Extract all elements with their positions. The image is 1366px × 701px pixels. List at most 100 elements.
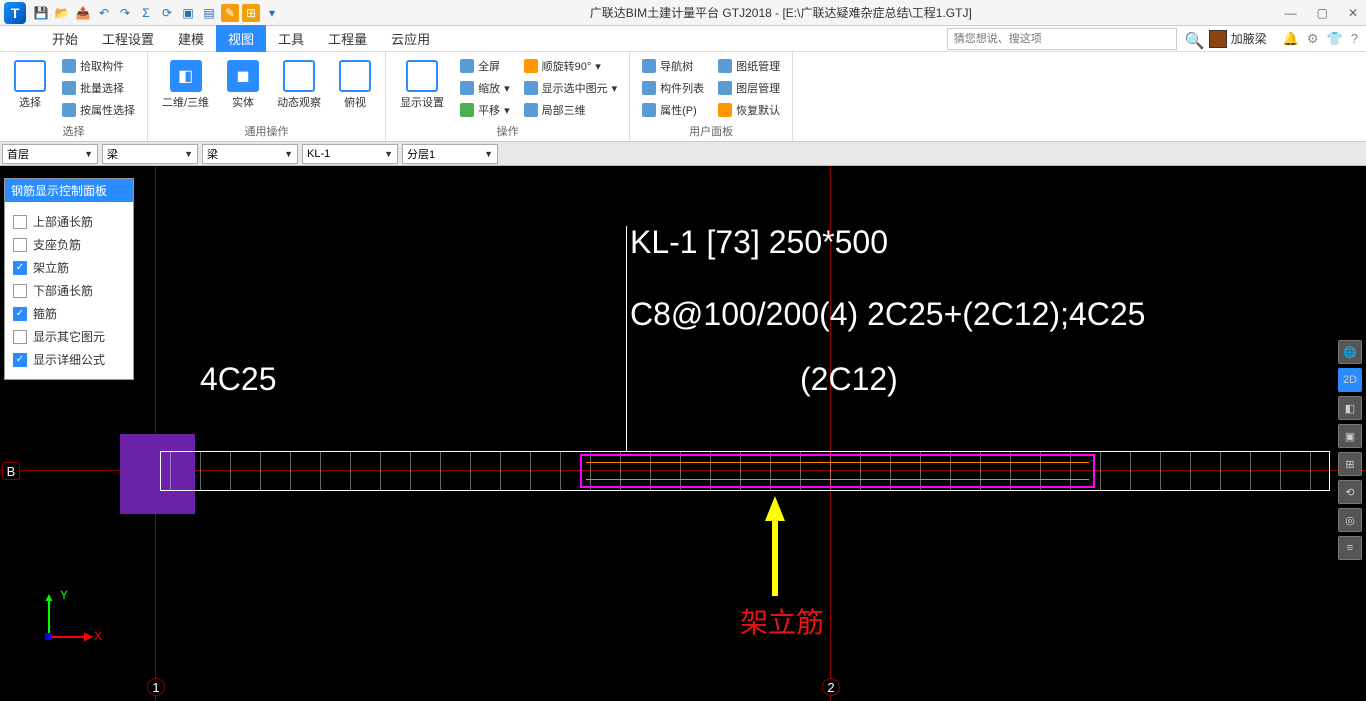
tool-highlight-icon[interactable]: ✎ xyxy=(221,4,239,22)
solid-icon: ◼ xyxy=(227,60,259,92)
bell-icon[interactable]: 🔔 xyxy=(1283,31,1299,47)
fullscreen-button[interactable]: 全屏 xyxy=(456,56,514,76)
category2-selector[interactable]: 梁▼ xyxy=(202,144,298,164)
ribbon-group-label: 选择 xyxy=(8,121,139,141)
display-settings-button[interactable]: ≡显示设置 xyxy=(394,56,450,114)
by-attr-select-button[interactable]: 按属性选择 xyxy=(58,100,139,120)
redo-icon[interactable]: ↷ xyxy=(116,4,134,22)
check-row[interactable]: ✓架立筋 xyxy=(13,256,125,279)
tab-quantity[interactable]: 工程量 xyxy=(316,25,379,52)
restore-default-button[interactable]: 恢复默认 xyxy=(714,100,784,120)
search-icon[interactable]: 🔍 xyxy=(1185,31,1201,47)
rt-wire-icon[interactable]: ⊞ xyxy=(1338,452,1362,476)
top-view-button[interactable]: ▣俯视 xyxy=(333,56,377,114)
checkbox[interactable] xyxy=(13,330,27,344)
x-axis xyxy=(48,636,88,638)
rt-list-icon[interactable]: ≡ xyxy=(1338,536,1362,560)
stirrup-line xyxy=(170,451,171,491)
layer-selector[interactable]: 分层1▼ xyxy=(402,144,498,164)
checkbox[interactable] xyxy=(13,238,27,252)
minimize-button[interactable]: — xyxy=(1281,6,1301,20)
sum-icon[interactable]: Σ xyxy=(137,4,155,22)
show-sel-icon xyxy=(524,81,538,95)
checkbox[interactable]: ✓ xyxy=(13,353,27,367)
settings-icon[interactable]: ⚙ xyxy=(1307,31,1319,47)
stirrup-line xyxy=(560,451,561,491)
component-list-button[interactable]: 构件列表 xyxy=(638,78,708,98)
check-row[interactable]: 上部通长筋 xyxy=(13,210,125,233)
tab-view[interactable]: 视图 xyxy=(216,25,266,52)
local-3d-button[interactable]: 局部三维 xyxy=(520,100,622,120)
titlebar: T 💾 📂 📤 ↶ ↷ Σ ⟳ ▣ ▤ ✎ ⊞ ▾ 广联达BIM土建计量平台 G… xyxy=(0,0,1366,26)
beam-selection xyxy=(580,454,1095,488)
stirrup-line xyxy=(200,451,201,491)
check-row[interactable]: 显示其它图元 xyxy=(13,325,125,348)
solid-button[interactable]: ◼实体 xyxy=(221,56,265,114)
ribbon-group-select: ⬚ 选择 拾取构件 批量选择 按属性选择 选择 xyxy=(0,52,148,141)
user-name: 加腋梁 xyxy=(1231,30,1267,47)
search-input[interactable] xyxy=(947,28,1177,50)
pick-component-button[interactable]: 拾取构件 xyxy=(58,56,139,76)
check-label: 箍筋 xyxy=(33,305,57,322)
select-button[interactable]: ⬚ 选择 xyxy=(8,56,52,114)
refresh-icon[interactable]: ⟳ xyxy=(158,4,176,22)
stirrup-line xyxy=(380,451,381,491)
show-selected-button[interactable]: 显示选中图元 ▾ xyxy=(520,78,622,98)
nav-tree-button[interactable]: 导航树 xyxy=(638,56,708,76)
dropdown-icon[interactable]: ▾ xyxy=(263,4,281,22)
stirrup-line xyxy=(1220,451,1221,491)
layer-mgr-button[interactable]: 图层管理 xyxy=(714,78,784,98)
pan-button[interactable]: 平移 ▾ xyxy=(456,100,514,120)
stirrup-line xyxy=(470,451,471,491)
check-row[interactable]: ✓ 箍筋 xyxy=(13,302,125,325)
zoom-button[interactable]: 缩放 ▾ xyxy=(456,78,514,98)
checkbox[interactable] xyxy=(13,284,27,298)
ribbon-group-operate: ≡显示设置 全屏 缩放 ▾ 平移 ▾ 顺旋转90° ▾ 显示选中图元 ▾ 局部三… xyxy=(386,52,630,141)
stirrup-line xyxy=(1100,451,1101,491)
properties-button[interactable]: 属性(P) xyxy=(638,100,708,120)
canvas[interactable]: 钢筋显示控制面板 上部通长筋支座负筋✓架立筋下部通长筋✓箍筋显示其它图元✓显示详… xyxy=(0,166,1366,701)
batch-select-button[interactable]: 批量选择 xyxy=(58,78,139,98)
floor-selector[interactable]: 首层▼ xyxy=(2,144,98,164)
rt-globe-icon[interactable]: 🌐 xyxy=(1338,340,1362,364)
rt-view-icon[interactable]: ◎ xyxy=(1338,508,1362,532)
checkbox[interactable]: ✓ xyxy=(13,261,27,275)
tool-grid-icon[interactable]: ⊞ xyxy=(242,4,260,22)
tool2-icon[interactable]: ▤ xyxy=(200,4,218,22)
avatar[interactable] xyxy=(1209,30,1227,48)
check-row[interactable]: ✓显示详细公式 xyxy=(13,348,125,371)
rt-rotate-icon[interactable]: ⟲ xyxy=(1338,480,1362,504)
rt-2d-icon[interactable]: 2D xyxy=(1338,368,1362,392)
rt-box-icon[interactable]: ▣ xyxy=(1338,424,1362,448)
rt-cube-icon[interactable]: ◧ xyxy=(1338,396,1362,420)
export-icon[interactable]: 📤 xyxy=(74,4,92,22)
check-row[interactable]: 下部通长筋 xyxy=(13,279,125,302)
save-icon[interactable]: 💾 xyxy=(32,4,50,22)
tab-start[interactable]: 开始 xyxy=(40,25,90,52)
stirrup-line xyxy=(320,451,321,491)
check-row[interactable]: 支座负筋 xyxy=(13,233,125,256)
skin-icon[interactable]: 👕 xyxy=(1327,31,1343,47)
tool1-icon[interactable]: ▣ xyxy=(179,4,197,22)
stirrup-line xyxy=(260,451,261,491)
tab-modeling[interactable]: 建模 xyxy=(166,25,216,52)
2d3d-button[interactable]: ◧二维/三维 xyxy=(156,56,215,114)
check-label: 上部通长筋 xyxy=(33,213,93,230)
stirrup-line xyxy=(230,451,231,491)
checkbox[interactable]: ✓ xyxy=(13,307,27,321)
rotate90-button[interactable]: 顺旋转90° ▾ xyxy=(520,56,622,76)
element-selector[interactable]: KL-1▼ xyxy=(302,144,398,164)
stirrup-line xyxy=(1250,451,1251,491)
maximize-button[interactable]: ▢ xyxy=(1313,6,1332,20)
category1-selector[interactable]: 梁▼ xyxy=(102,144,198,164)
checkbox[interactable] xyxy=(13,215,27,229)
open-icon[interactable]: 📂 xyxy=(53,4,71,22)
close-button[interactable]: ✕ xyxy=(1344,6,1362,20)
help-icon[interactable]: ? xyxy=(1351,31,1358,46)
tab-cloud[interactable]: 云应用 xyxy=(379,25,442,52)
tab-project-settings[interactable]: 工程设置 xyxy=(90,25,166,52)
tab-tools[interactable]: 工具 xyxy=(266,25,316,52)
undo-icon[interactable]: ↶ xyxy=(95,4,113,22)
dynamic-button[interactable]: ◎动态观察 xyxy=(271,56,327,114)
drawing-mgr-button[interactable]: 图纸管理 xyxy=(714,56,784,76)
